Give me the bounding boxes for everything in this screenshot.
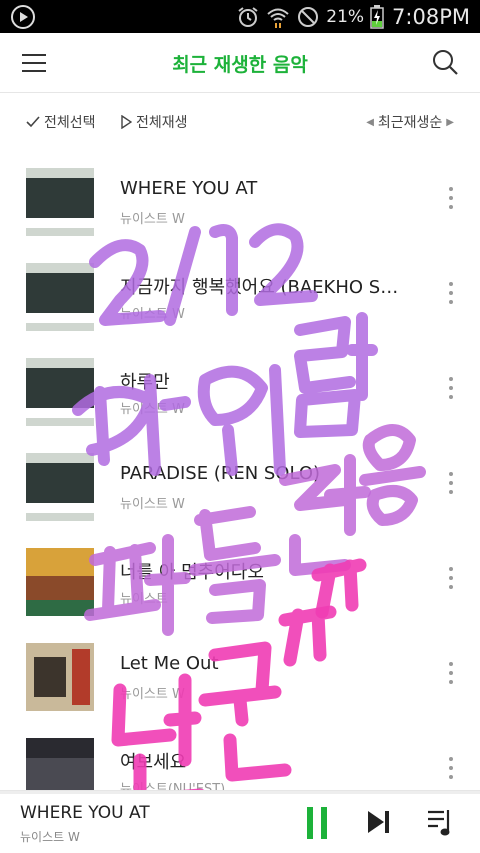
sort-label: 최근재생순 <box>377 115 443 131</box>
song-title: 하루만 <box>120 372 170 393</box>
list-item[interactable]: 여보세요 뉴이스트(NU'EST) <box>0 720 480 790</box>
more-options-icon[interactable] <box>440 659 462 693</box>
mini-player[interactable]: WHERE YOU AT 뉴이스트 W <box>0 790 480 853</box>
more-options-icon[interactable] <box>440 374 462 408</box>
album-art <box>26 738 94 790</box>
now-playing-title: WHERE YOU AT <box>20 803 150 823</box>
song-artist: 뉴이스트 W <box>120 497 185 512</box>
next-track-button[interactable] <box>364 805 394 839</box>
playlist-queue-button[interactable] <box>426 805 456 839</box>
list-item[interactable]: 너를 아 멈추어다오 뉴이스트 <box>0 530 480 625</box>
now-playing-artist: 뉴이스트 W <box>20 830 80 844</box>
list-item[interactable]: 지금까지 행복했어요 (BAEKHO S… 뉴이스트 W <box>0 245 480 340</box>
battery-percent: 21% <box>326 6 365 27</box>
battery-charging-icon <box>370 4 384 29</box>
song-title: WHERE YOU AT <box>120 178 258 199</box>
list-item[interactable]: 하루만 뉴이스트 W <box>0 340 480 435</box>
list-item[interactable]: PARADISE (REN SOLO) 뉴이스트 W <box>0 435 480 530</box>
app-header: 최근 재생한 음악 <box>0 33 480 93</box>
arrow-right-icon[interactable]: ▶ <box>446 117 454 128</box>
select-all-label: 전체선택 <box>44 115 96 131</box>
clock: 7:08PM <box>392 4 470 29</box>
album-art <box>26 263 94 331</box>
album-art <box>26 453 94 521</box>
alarm-icon <box>238 6 258 27</box>
list-toolbar: 전체선택 전체재생 ◀ 최근재생순 ▶ <box>0 102 480 142</box>
song-artist: 뉴이스트 W <box>120 212 185 227</box>
more-options-icon[interactable] <box>440 279 462 313</box>
list-item[interactable]: WHERE YOU AT 뉴이스트 W <box>0 150 480 245</box>
playback-progress[interactable] <box>0 791 480 794</box>
song-title: 너를 아 멈추어다오 <box>120 562 264 583</box>
play-all-button[interactable]: 전체재생 <box>120 112 188 132</box>
select-all-button[interactable]: 전체선택 <box>26 112 96 132</box>
album-art <box>26 168 94 236</box>
sort-selector[interactable]: ◀ 최근재생순 ▶ <box>366 112 454 132</box>
song-artist: 뉴이스트(NU'EST) <box>120 782 226 790</box>
arrow-left-icon[interactable]: ◀ <box>366 117 374 128</box>
album-art <box>26 643 94 711</box>
more-options-icon[interactable] <box>440 469 462 503</box>
pause-button[interactable] <box>303 805 333 839</box>
play-outline-icon <box>121 115 132 129</box>
song-title: Let Me Out <box>120 653 219 674</box>
wifi-icon <box>267 8 289 28</box>
song-list: WHERE YOU AT 뉴이스트 W 지금까지 행복했어요 (BAEKHO S… <box>0 150 480 790</box>
more-options-icon[interactable] <box>440 754 462 788</box>
more-options-icon[interactable] <box>440 564 462 598</box>
song-title: 지금까지 행복했어요 (BAEKHO S… <box>120 277 399 298</box>
status-bar: 21% 7:08PM <box>0 0 480 33</box>
song-title: 여보세요 <box>120 752 187 773</box>
play-circle-icon <box>11 5 35 29</box>
album-art <box>26 548 94 616</box>
play-all-label: 전체재생 <box>136 115 188 131</box>
page-title: 최근 재생한 음악 <box>172 54 308 76</box>
album-art <box>26 358 94 426</box>
song-artist: 뉴이스트 W <box>120 402 185 417</box>
no-sim-icon <box>298 6 319 27</box>
checkmark-icon <box>26 116 40 128</box>
more-options-icon[interactable] <box>440 184 462 218</box>
search-icon[interactable] <box>430 47 460 77</box>
song-title: PARADISE (REN SOLO) <box>120 463 321 484</box>
list-item[interactable]: Let Me Out 뉴이스트 W <box>0 625 480 720</box>
song-artist: 뉴이스트 W <box>120 307 185 322</box>
song-artist: 뉴이스트 <box>120 592 168 607</box>
song-artist: 뉴이스트 W <box>120 687 185 702</box>
